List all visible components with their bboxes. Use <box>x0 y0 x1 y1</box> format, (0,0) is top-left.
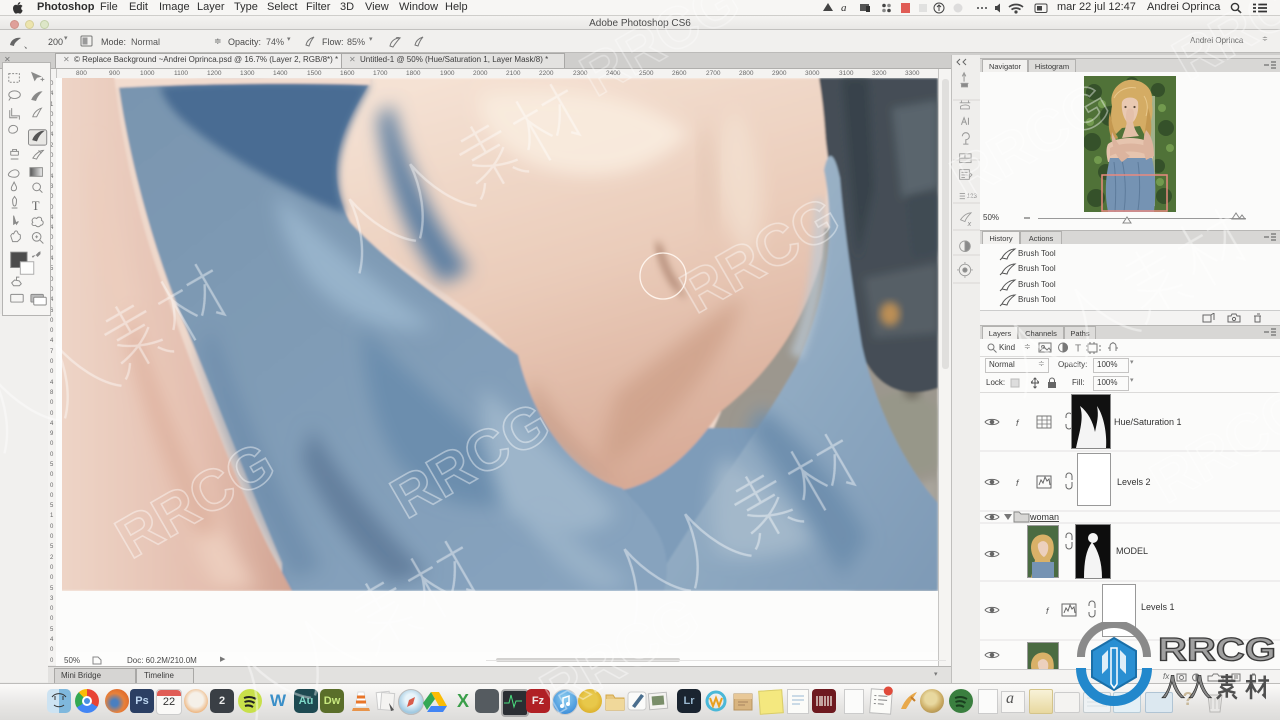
svg-text:RRCG: RRCG <box>105 430 285 572</box>
svg-text:RRCG: RRCG <box>1140 375 1280 517</box>
svg-text:RRCG: RRCG <box>670 185 850 327</box>
svg-text:RRCG: RRCG <box>530 585 710 720</box>
svg-text:RRCG: RRCG <box>1162 0 1280 93</box>
svg-text:RRCG: RRCG <box>940 70 1120 212</box>
svg-text:RRCG: RRCG <box>380 390 560 532</box>
svg-text:RRCG: RRCG <box>1158 631 1276 668</box>
svg-text:RRCG: RRCG <box>570 0 750 109</box>
